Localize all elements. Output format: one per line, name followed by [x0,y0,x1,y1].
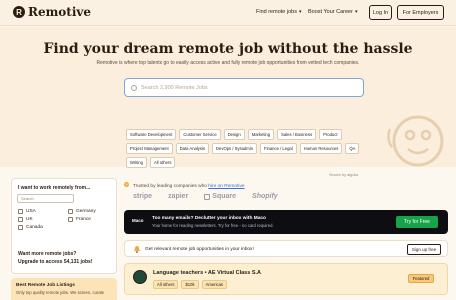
category-tag[interactable]: Project Management [126,143,173,154]
logo-text: Remotive [28,5,92,19]
hero-section: Find your dream remote job without the h… [0,27,456,177]
hire-on-remotive-link[interactable]: hire on Remotive [208,184,244,189]
maco-ad-text: Your home for reading newsletters. Try f… [152,223,274,228]
checkbox-france[interactable]: France [68,217,91,222]
country-search-placeholder: Search [21,196,34,201]
promo-card: Best Remote Job Listings Only top qualit… [11,278,117,300]
checkbox-label: Germany [76,209,96,214]
job-alert-text: Get relevant remote job opportunities in… [145,247,254,252]
promo-text: Only top quality remote jobs. We screen,… [16,290,105,295]
sign-up-free-button[interactable]: Sign up free [407,244,441,255]
job-chips: All others $10k Americas [153,280,228,289]
bell-icon [134,246,140,253]
shopify-logo: Shopify [252,193,278,200]
filter-title: I want to work remotely from... [18,185,91,191]
hero-subtitle: Remotive is where top talents go to easi… [96,60,360,66]
login-button[interactable]: Log In [369,5,392,20]
job-search-input[interactable]: Search 2,900 Remote Jobs [124,78,364,97]
category-tags: Software Development Customer Service Desi… [126,129,360,171]
logo-icon: R [13,6,25,18]
chevron-down-icon: ▾ [354,9,358,15]
site-header: R Remotive Find remote jobs ▾ Boost Your … [0,0,456,26]
job-chip-location: Americas [201,280,228,289]
featured-badge: Featured [408,274,434,283]
nav-find-remote-jobs[interactable]: Find remote jobs ▾ [256,9,301,15]
category-tag[interactable]: Marketing [247,129,275,140]
square-logo-text: Square [212,193,237,200]
hero-title: Find your dream remote job without the h… [43,41,413,57]
category-tag[interactable]: Human Resources [299,143,343,154]
upsell-line-2[interactable]: Upgrade to access 54,131 jobs! [18,259,92,265]
chevron-down-icon: ▾ [298,9,302,15]
remotive-logo[interactable]: R Remotive [13,5,91,19]
category-tag[interactable]: Design [223,129,245,140]
category-tag[interactable]: Customer Service [179,129,221,140]
trusted-text: Trusted by leading companies who [133,184,209,189]
job-title[interactable]: Language teachers • AE Virtual Class S.A [153,270,261,276]
maco-ad-title: Too many emails? Declutter your inbox wi… [152,216,266,221]
maco-logo: Maco [132,218,144,223]
search-placeholder: Search 2,900 Remote Jobs [141,84,208,91]
category-tag[interactable]: Sales / Business [277,129,317,140]
job-chip-salary: $10k [181,280,199,289]
nav-find-jobs-label: Find remote jobs [256,9,297,15]
category-tag[interactable]: All others [149,157,176,168]
checkbox-label: France [76,217,91,222]
promo-title: Best Remote Job Listings [16,283,75,288]
checkbox-usa[interactable]: USA [18,209,36,214]
search-by-algolia: Search by algolia [329,173,359,177]
checkbox-label: USA [26,209,36,214]
job-alert-banner: Get relevant remote job opportunities in… [124,240,448,257]
category-tag[interactable]: Product [319,129,342,140]
search-icon [131,84,137,91]
country-search-input[interactable]: Search [17,194,74,203]
checkbox-germany[interactable]: Germany [68,209,96,214]
category-tag[interactable]: Finance / Legal [260,143,297,154]
for-employers-button[interactable]: For Employers [397,5,444,20]
face-doodle-icon [387,115,444,167]
zapier-logo: zapier [168,193,189,200]
checkbox-icon [18,209,23,214]
checkbox-uk[interactable]: UK [18,217,33,222]
category-tag[interactable]: QA [345,143,360,154]
category-tag[interactable]: Writing [126,157,147,168]
category-tag[interactable]: Software Development [126,129,177,140]
checkbox-icon [18,217,23,222]
try-for-free-button[interactable]: Try for Free [396,216,438,228]
company-avatar [133,270,147,284]
category-tag[interactable]: DevOps / Sysadmin [212,143,258,154]
nav-boost-career[interactable]: Boost Your Career ▾ [308,9,357,15]
checkbox-label: Canada [26,225,43,230]
checkbox-icon [68,209,73,214]
company-logos: stripe zapier Square Shopify [133,193,278,200]
location-filter-card: I want to work remotely from... Search U… [11,178,117,274]
job-card[interactable]: Language teachers • AE Virtual Class S.A… [124,263,448,295]
category-tag[interactable]: Data Analysis [175,143,210,154]
square-logo: Square [204,193,236,200]
upsell-line-1: Want more remote jobs? [18,251,77,257]
job-chip-category: All others [153,280,179,289]
info-icon: ? [124,182,129,187]
checkbox-label: UK [26,217,33,222]
square-icon [204,193,211,200]
checkbox-canada[interactable]: Canada [18,225,43,230]
checkbox-icon [68,217,73,222]
checkbox-icon [18,225,23,230]
trusted-by-text: Trusted by leading companies who hire on… [133,184,245,189]
stripe-logo: stripe [133,193,153,200]
nav-boost-career-label: Boost Your Career [308,9,353,15]
maco-ad-banner[interactable]: Maco Too many emails? Declutter your inb… [124,210,448,234]
